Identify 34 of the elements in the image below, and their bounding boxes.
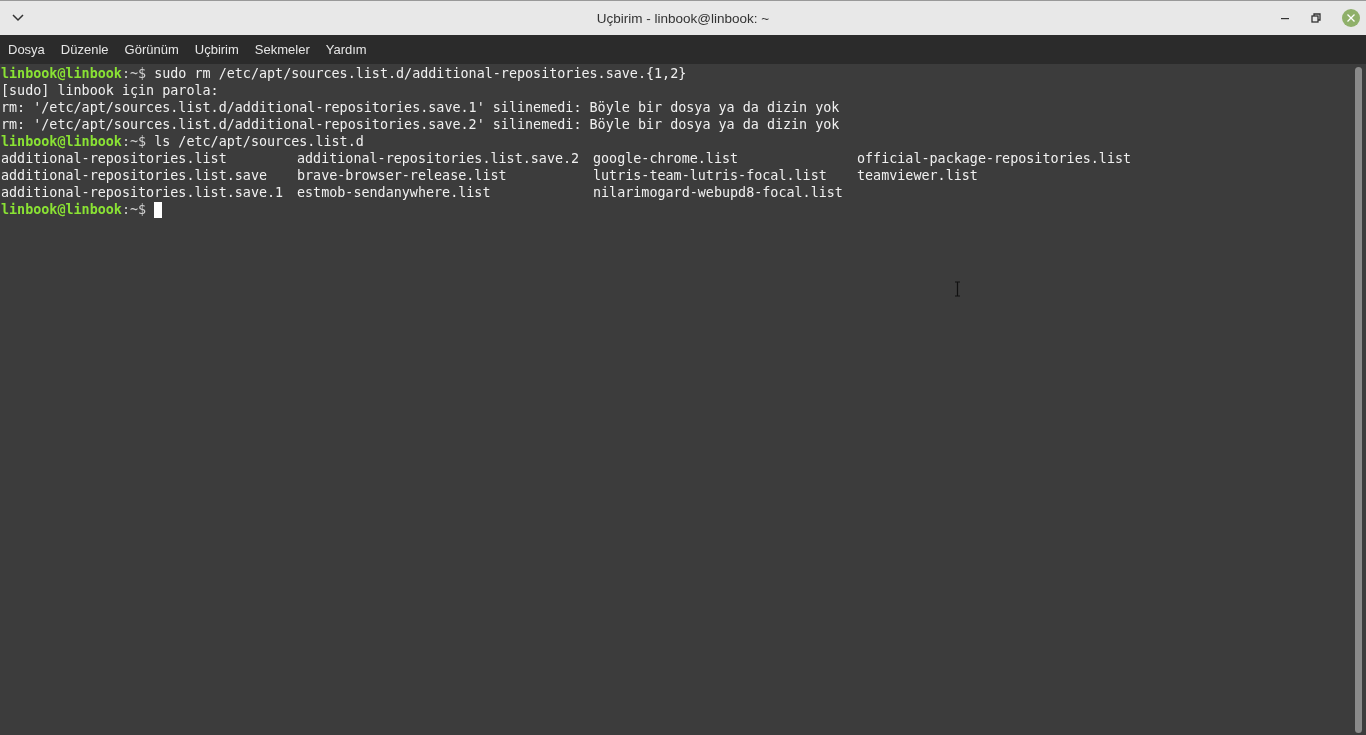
file-name: estmob-sendanywhere.list	[297, 184, 492, 201]
file-name: nilarimogard-webupd8-focal.list	[593, 184, 844, 201]
prompt-path: :~$	[121, 133, 147, 150]
prompt-user: linbook@linbook	[1, 65, 122, 82]
prompt-user: linbook@linbook	[1, 133, 122, 150]
file-name: brave-browser-release.list	[297, 167, 508, 184]
menu-item[interactable]: Sekmeler	[254, 42, 310, 57]
file-name: official-package-repositories.list	[857, 150, 1133, 167]
command-text: sudo rm /etc/apt/sources.list.d/additional-repositories.save.{1,2}	[153, 65, 687, 82]
command-text: ls /etc/apt/sources.list.d	[153, 133, 364, 150]
prompt-user: linbook@linbook	[1, 201, 122, 218]
output-line: rm: '/etc/apt/sources.list.d/additional-repositories.save.2' silinemedi: Böyle bir dosya ya da dizin yok	[1, 116, 841, 133]
output-line: [sudo] linbook için parola:	[1, 82, 220, 99]
file-name: additional-repositories.list.save	[1, 167, 269, 184]
restore-icon[interactable]	[1311, 13, 1321, 23]
chevron-down-icon[interactable]	[12, 14, 24, 22]
prompt-path: :~$	[121, 65, 147, 82]
file-name: additional-repositories.list	[1, 150, 228, 167]
file-name: additional-repositories.list.save.1	[1, 184, 285, 201]
menu-item[interactable]: Uçbirim	[194, 42, 239, 57]
prompt-path: :~$	[121, 201, 147, 218]
file-name: additional-repositories.list.save.2	[297, 150, 581, 167]
menu-item[interactable]: Dosya	[8, 42, 45, 57]
window-title: Uçbirim - linbook@linbook: ~	[596, 10, 770, 26]
minimize-icon[interactable]	[1280, 16, 1290, 20]
menu-item[interactable]: Düzenle	[60, 42, 109, 57]
file-name: google-chrome.list	[593, 150, 740, 167]
menu-item[interactable]: Yardım	[325, 42, 367, 57]
output-line: rm: '/etc/apt/sources.list.d/additional-repositories.save.1' silinemedi: Böyle bir dosya ya da dizin yok	[1, 99, 841, 116]
file-name: lutris-team-lutris-focal.list	[593, 167, 828, 184]
menu-item[interactable]: Görünüm	[124, 42, 179, 57]
file-name: teamviewer.list	[857, 167, 979, 184]
text-cursor-icon	[954, 281, 961, 297]
scrollbar[interactable]	[1355, 67, 1362, 733]
